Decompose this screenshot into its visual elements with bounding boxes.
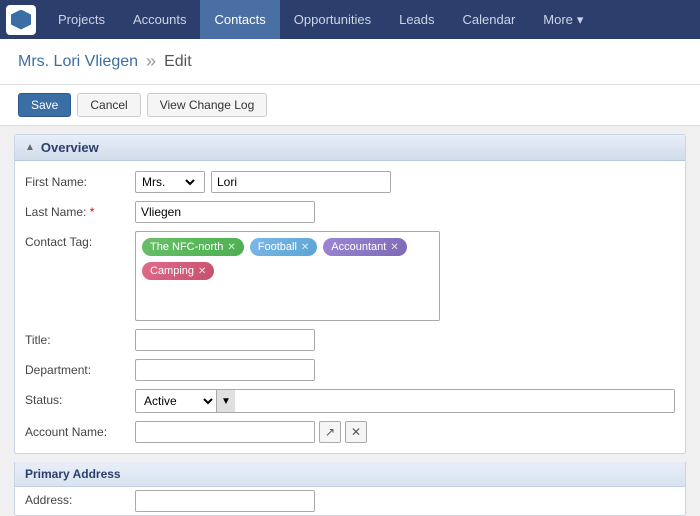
- navbar: Projects Accounts Contacts Opportunities…: [0, 0, 700, 39]
- status-field: Active Inactive ▼: [135, 389, 675, 413]
- first-name-input[interactable]: [211, 171, 391, 193]
- first-name-label: First Name:: [25, 171, 135, 189]
- toolbar: Save Cancel View Change Log: [0, 85, 700, 126]
- title-field: [135, 329, 675, 351]
- department-field: [135, 359, 675, 381]
- tag-accountant[interactable]: Accountant ✕: [323, 238, 406, 256]
- title-row: Title:: [15, 325, 685, 355]
- nav-opportunities[interactable]: Opportunities: [280, 0, 385, 39]
- tag-football-label: Football: [258, 241, 297, 253]
- view-changelog-button[interactable]: View Change Log: [147, 93, 268, 117]
- account-name-label: Account Name:: [25, 421, 135, 439]
- salutation-select[interactable]: Mrs. Mr. Ms. Dr.: [135, 171, 205, 193]
- tag-accountant-label: Accountant: [331, 241, 386, 253]
- contact-tag-label: Contact Tag:: [25, 231, 135, 249]
- account-clear-icon[interactable]: ✕: [345, 421, 367, 443]
- last-name-field: [135, 201, 675, 223]
- record-name[interactable]: Mrs. Lori Vliegen: [18, 53, 138, 71]
- salutation-dropdown[interactable]: Mrs. Mr. Ms. Dr.: [138, 174, 198, 190]
- overview-header[interactable]: ▲ Overview: [15, 135, 685, 161]
- breadcrumb: Mrs. Lori Vliegen » Edit: [0, 39, 700, 85]
- tag-container[interactable]: The NFC-north ✕ Football ✕ Accountant ✕ …: [135, 231, 440, 321]
- tag-nfc[interactable]: The NFC-north ✕: [142, 238, 244, 256]
- nav-more[interactable]: More ▾: [529, 0, 597, 39]
- address-row: Address:: [15, 487, 685, 515]
- address-label: Address:: [25, 490, 135, 512]
- clear-icon: ✕: [351, 425, 361, 439]
- first-name-row: First Name: Mrs. Mr. Ms. Dr.: [15, 167, 685, 197]
- status-label: Status:: [25, 389, 135, 407]
- address-section: Primary Address Address:: [14, 462, 686, 516]
- status-dropdown[interactable]: Active Inactive: [136, 393, 216, 409]
- breadcrumb-separator: »: [146, 51, 156, 72]
- tag-football[interactable]: Football ✕: [250, 238, 318, 256]
- tag-camping-remove[interactable]: ✕: [198, 266, 206, 277]
- address-input[interactable]: [135, 490, 315, 512]
- department-input[interactable]: [135, 359, 315, 381]
- account-select-icon[interactable]: ↗: [319, 421, 341, 443]
- cancel-button[interactable]: Cancel: [77, 93, 140, 117]
- account-name-field: ↗ ✕: [135, 421, 675, 443]
- last-name-row: Last Name: *: [15, 197, 685, 227]
- nav-accounts[interactable]: Accounts: [119, 0, 200, 39]
- save-button[interactable]: Save: [18, 93, 71, 117]
- overview-title: Overview: [41, 140, 99, 155]
- department-row: Department:: [15, 355, 685, 385]
- status-select-wrapper[interactable]: Active Inactive ▼: [135, 389, 675, 413]
- contact-tag-field: The NFC-north ✕ Football ✕ Accountant ✕ …: [135, 231, 675, 321]
- department-label: Department:: [25, 359, 135, 377]
- title-label: Title:: [25, 329, 135, 347]
- tag-nfc-remove[interactable]: ✕: [227, 242, 235, 253]
- tag-nfc-label: The NFC-north: [150, 241, 223, 253]
- app-logo[interactable]: [6, 5, 36, 35]
- address-header[interactable]: Primary Address: [15, 462, 685, 487]
- collapse-icon: ▲: [25, 142, 35, 153]
- chevron-down-icon: ▾: [577, 12, 584, 28]
- nav-projects[interactable]: Projects: [44, 0, 119, 39]
- form-body: First Name: Mrs. Mr. Ms. Dr. Last Name: …: [15, 161, 685, 453]
- tag-accountant-remove[interactable]: ✕: [390, 242, 398, 253]
- account-name-input[interactable]: [135, 421, 315, 443]
- title-input[interactable]: [135, 329, 315, 351]
- nav-calendar[interactable]: Calendar: [449, 0, 530, 39]
- tag-football-remove[interactable]: ✕: [301, 242, 309, 253]
- status-dropdown-arrow: ▼: [216, 390, 235, 412]
- last-name-label: Last Name: *: [25, 201, 135, 219]
- tag-camping-label: Camping: [150, 265, 194, 277]
- required-indicator: *: [90, 205, 95, 219]
- last-name-input[interactable]: [135, 201, 315, 223]
- account-name-row: Account Name: ↗ ✕: [15, 417, 685, 447]
- nav-contacts[interactable]: Contacts: [200, 0, 279, 39]
- arrow-icon: ↗: [325, 425, 335, 439]
- breadcrumb-action: Edit: [164, 53, 192, 71]
- nav-leads[interactable]: Leads: [385, 0, 448, 39]
- tag-camping[interactable]: Camping ✕: [142, 262, 214, 280]
- first-name-field: Mrs. Mr. Ms. Dr.: [135, 171, 675, 193]
- status-row: Status: Active Inactive ▼: [15, 385, 685, 417]
- overview-panel: ▲ Overview First Name: Mrs. Mr. Ms. Dr.: [14, 134, 686, 454]
- contact-tag-row: Contact Tag: The NFC-north ✕ Football ✕ …: [15, 227, 685, 325]
